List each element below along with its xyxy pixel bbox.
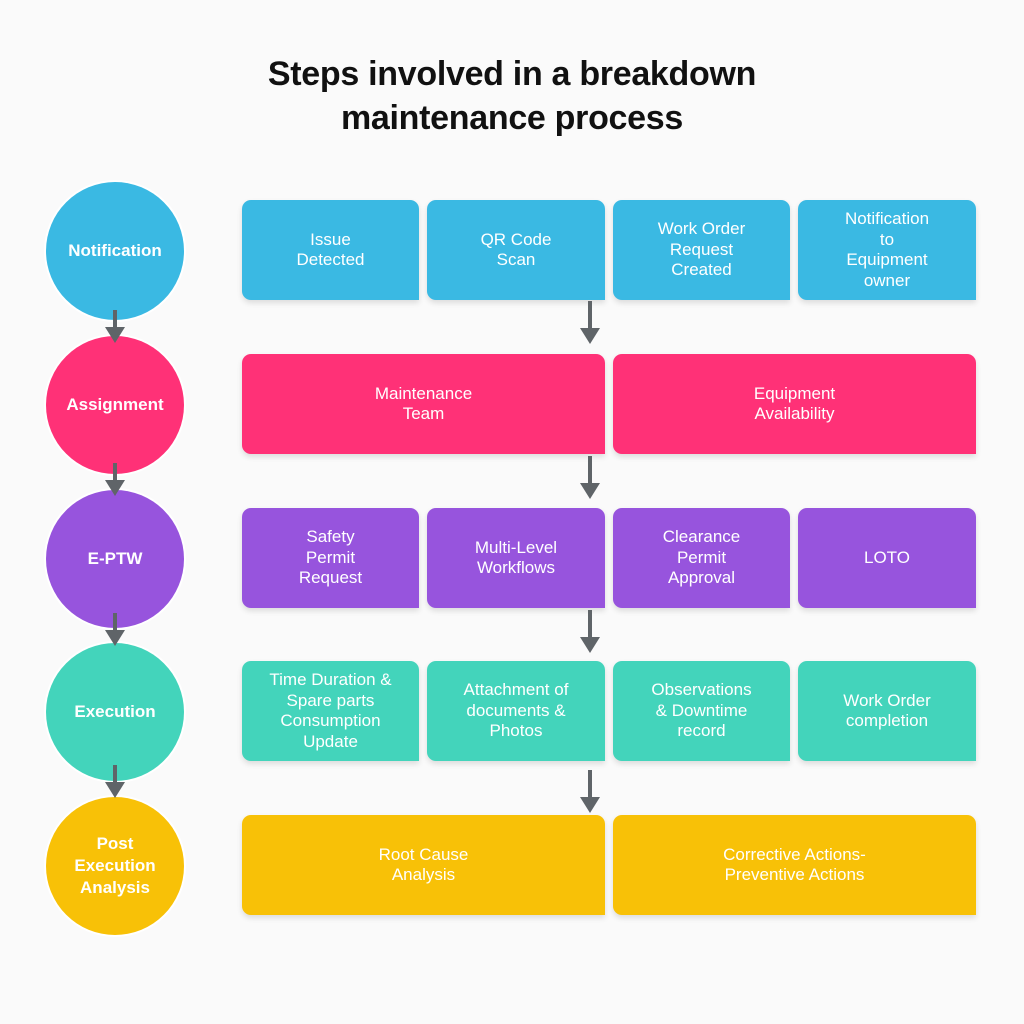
step-label: Corrective Actions- Preventive Actions (723, 844, 866, 885)
stage-circle-post-execution: Post Execution Analysis (46, 797, 184, 935)
arrow-down-icon (105, 463, 125, 497)
step-label: QR Code Scan (480, 229, 552, 270)
step-label: Multi-Level Workflows (474, 537, 558, 578)
stage-circle-assignment: Assignment (46, 336, 184, 474)
step-label: Root Cause Analysis (378, 844, 469, 885)
step-box-work-order-request: Work Order Request Created (613, 200, 790, 300)
step-label: Issue Detected (296, 229, 365, 270)
step-label: Equipment Availability (753, 383, 836, 424)
step-box-safety-permit: Safety Permit Request (242, 508, 419, 608)
step-box-loto: LOTO (798, 508, 976, 608)
stage-circle-eptw: E-PTW (46, 490, 184, 628)
step-box-work-order-completion: Work Order completion (798, 661, 976, 761)
arrow-down-icon (105, 765, 125, 799)
title-line-2: maintenance process (340, 99, 683, 137)
arrow-down-icon (580, 610, 600, 654)
title-line-1: Steps involved in a breakdown (267, 55, 757, 93)
diagram-title: Steps involved in a breakdown maintenanc… (0, 52, 1024, 140)
step-box-qr-code-scan: QR Code Scan (427, 200, 605, 300)
arrow-down-icon (580, 770, 600, 814)
step-box-issue-detected: Issue Detected (242, 200, 419, 300)
step-label: Observations & Downtime record (651, 680, 752, 741)
stage-label: E-PTW (87, 549, 143, 568)
stage-label: Assignment (66, 395, 164, 414)
stage-circle-execution: Execution (46, 643, 184, 781)
arrow-down-icon (580, 301, 600, 345)
stage-label: Notification (68, 241, 162, 260)
stage-circle-notification: Notification (46, 182, 184, 320)
arrow-down-icon (105, 613, 125, 647)
step-box-corrective-actions: Corrective Actions- Preventive Actions (613, 815, 976, 915)
step-label: Safety Permit Request (298, 527, 363, 588)
step-box-multi-level-workflows: Multi-Level Workflows (427, 508, 605, 608)
step-label: Clearance Permit Approval (662, 527, 741, 588)
step-label: Work Order Request Created (657, 219, 746, 280)
step-label: LOTO (864, 547, 910, 567)
step-box-maintenance-team: Maintenance Team (242, 354, 605, 454)
stage-label: Post Execution Analysis (74, 834, 156, 897)
arrow-down-icon (105, 310, 125, 344)
arrow-down-icon (580, 456, 600, 500)
step-box-root-cause: Root Cause Analysis (242, 815, 605, 915)
step-box-notify-owner: Notification to Equipment owner (798, 200, 976, 300)
stage-label: Execution (74, 702, 156, 721)
step-label: Maintenance Team (374, 383, 473, 424)
step-label: Time Duration & Spare parts Consumption … (269, 670, 392, 751)
step-box-attachments: Attachment of documents & Photos (427, 661, 605, 761)
step-box-observations: Observations & Downtime record (613, 661, 790, 761)
step-label: Attachment of documents & Photos (463, 680, 569, 741)
step-box-clearance-permit: Clearance Permit Approval (613, 508, 790, 608)
step-label: Notification to Equipment owner (844, 209, 930, 290)
step-box-equipment-availability: Equipment Availability (613, 354, 976, 454)
step-box-time-duration: Time Duration & Spare parts Consumption … (242, 661, 419, 761)
step-label: Work Order completion (843, 690, 931, 731)
